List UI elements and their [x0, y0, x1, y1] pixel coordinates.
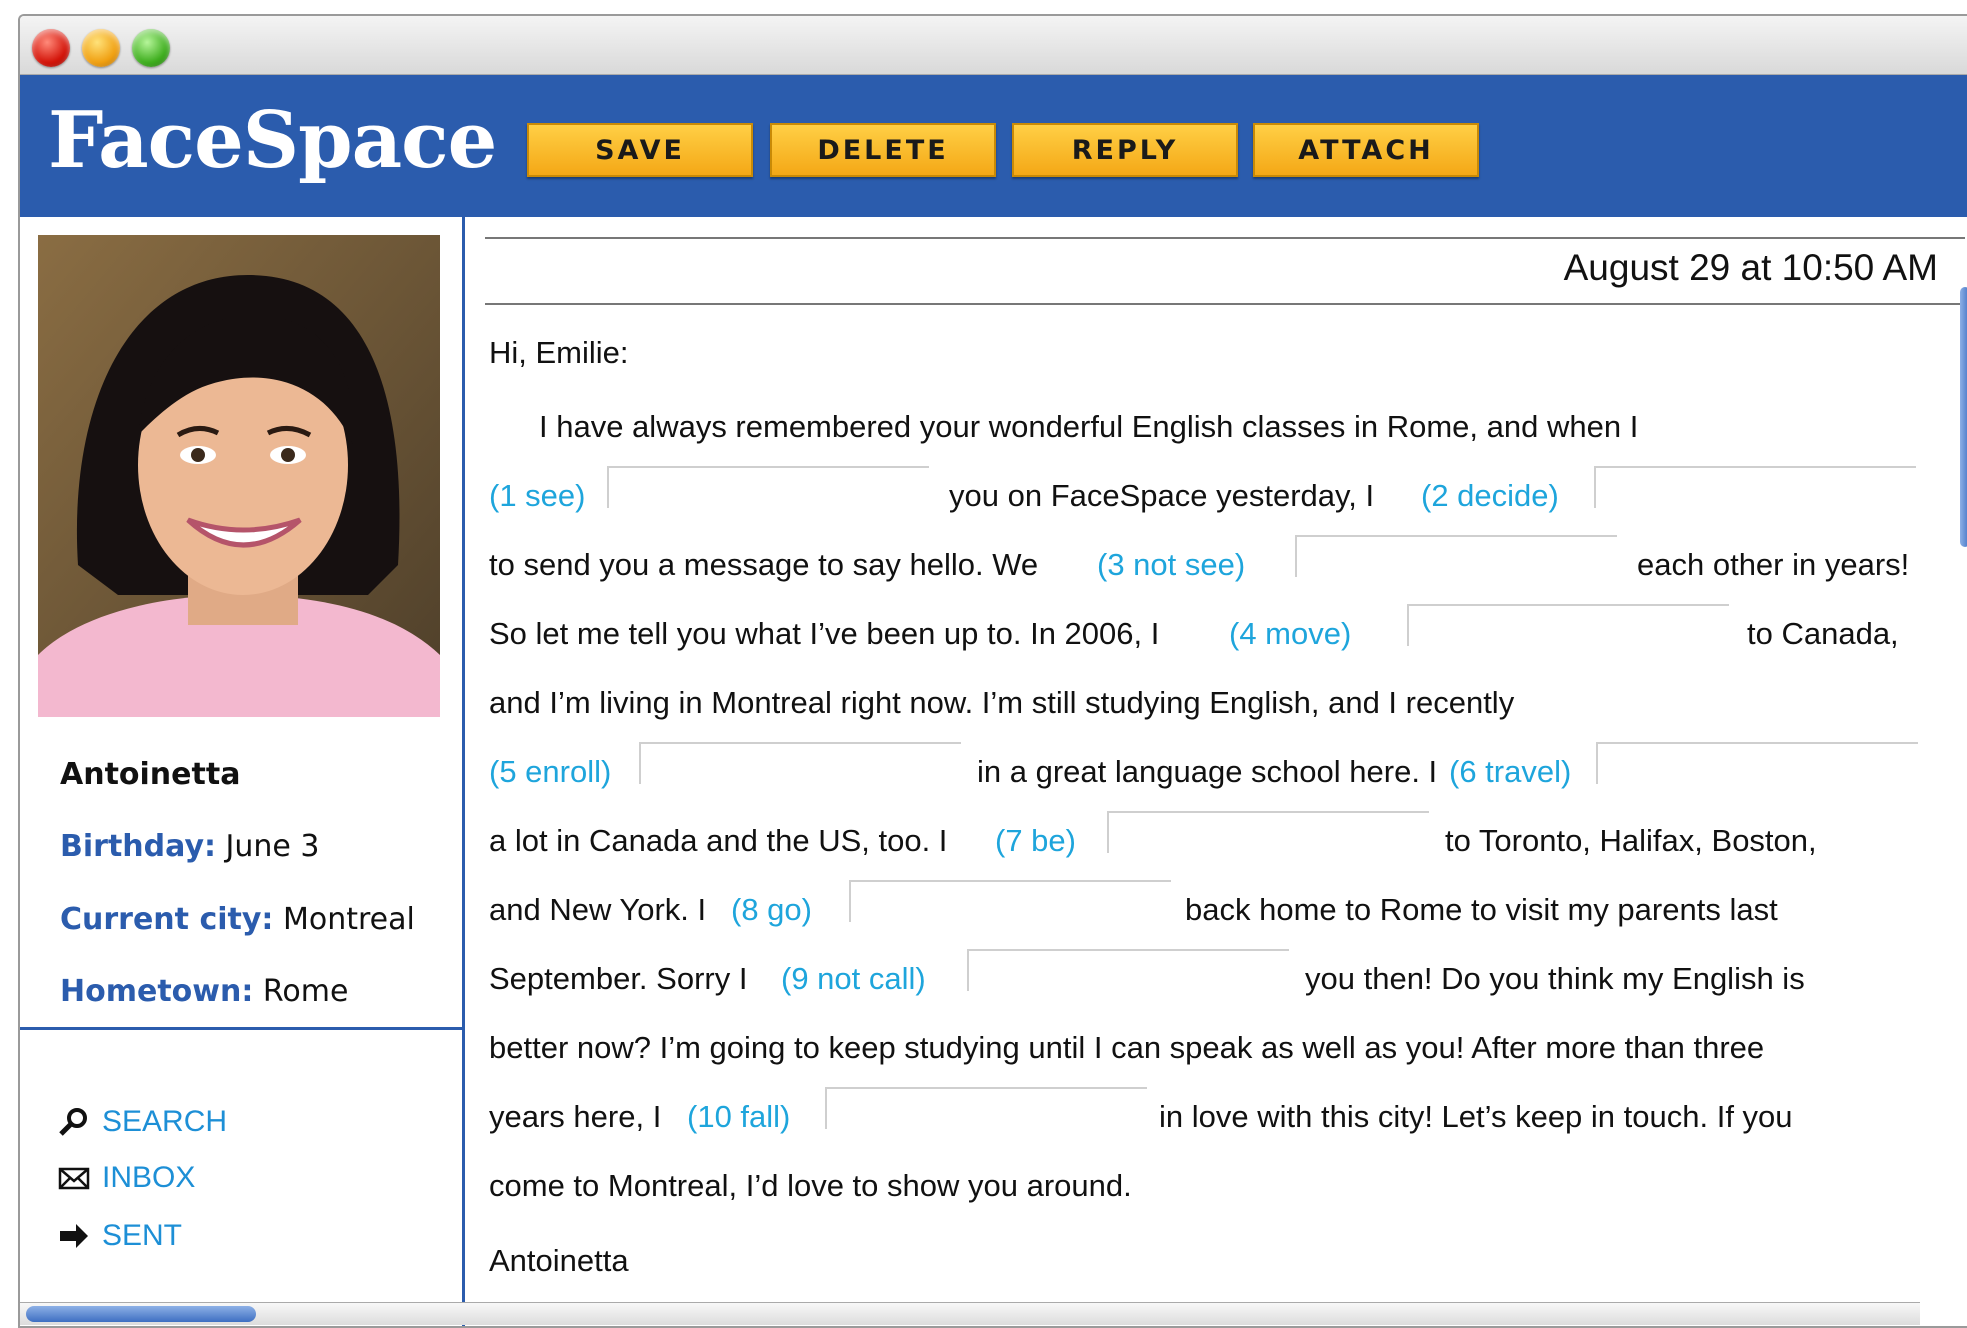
birthday-field: Birthday: June 3 [60, 829, 320, 864]
timestamp-rule [485, 303, 1965, 305]
answer-blank-9[interactable] [967, 949, 1289, 991]
verb-cue-1: (1 see) [489, 478, 586, 513]
verb-cue-7: (7 be) [995, 823, 1076, 858]
message-line-11: years here, I (10 fall) in love with thi… [489, 1087, 1959, 1143]
answer-blank-1[interactable] [607, 466, 929, 508]
app-logo: FaceSpace [48, 95, 497, 186]
message-line-1: I have always remembered your wonderful … [489, 409, 1959, 453]
text: and New York. I [489, 892, 707, 927]
nav-search-label: SEARCH [102, 1105, 228, 1138]
verb-cue-5: (5 enroll) [489, 754, 612, 789]
verb-cue-3: (3 not see) [1097, 547, 1246, 582]
nav-search[interactable]: SEARCH [58, 1105, 227, 1139]
current-city-value: Montreal [282, 902, 415, 937]
message-line-3: to send you a message to say hello. We (… [489, 535, 1959, 591]
message-signature: Antoinetta [489, 1243, 629, 1278]
text: to send you a message to say hello. We [489, 547, 1039, 582]
title-bar [20, 16, 1967, 75]
verb-cue-10: (10 fall) [687, 1099, 791, 1134]
text: So let me tell you what I’ve been up to.… [489, 616, 1160, 651]
verb-cue-4: (4 move) [1229, 616, 1352, 651]
message-line-2: (1 see) you on FaceSpace yesterday, I (2… [489, 466, 1959, 522]
message-line-6: (5 enroll) in a great language school he… [489, 742, 1959, 798]
minimize-window-button[interactable] [82, 29, 120, 67]
answer-blank-3[interactable] [1295, 535, 1617, 577]
answer-blank-6[interactable] [1596, 742, 1918, 784]
text: come to Montreal, I’d love to show you a… [489, 1168, 1132, 1203]
message-line-9: September. Sorry I (9 not call) you then… [489, 949, 1959, 1005]
message-line-10: better now? I’m going to keep studying u… [489, 1030, 1959, 1074]
vertical-scrollbar-thumb[interactable] [1960, 287, 1967, 547]
answer-blank-8[interactable] [849, 880, 1171, 922]
profile-sidebar: Antoinetta Birthday: June 3 Current city… [20, 217, 465, 1326]
verb-cue-6: (6 travel) [1449, 754, 1572, 789]
answer-blank-10[interactable] [825, 1087, 1147, 1129]
arrow-right-icon [60, 1224, 88, 1248]
horizontal-scrollbar[interactable] [20, 1302, 1920, 1325]
text: you then! Do you think my English is [1305, 961, 1805, 996]
profile-photo [38, 235, 440, 717]
message-pane: August 29 at 10:50 AM Hi, Emilie: I have… [465, 217, 1967, 1326]
answer-blank-4[interactable] [1407, 604, 1729, 646]
answer-blank-7[interactable] [1107, 811, 1429, 853]
answer-blank-5[interactable] [639, 742, 961, 784]
text: back home to Rome to visit my parents la… [1185, 892, 1778, 927]
current-city-field: Current city: Montreal [60, 902, 415, 937]
message-line-5: and I’m living in Montreal right now. I’… [489, 685, 1959, 729]
delete-button[interactable]: DELETE [770, 123, 996, 177]
text: I have always remembered your wonderful … [539, 409, 1639, 444]
nav-sent[interactable]: SENT [58, 1219, 182, 1253]
nav-inbox-label: INBOX [102, 1161, 196, 1194]
horizontal-scrollbar-thumb[interactable] [26, 1306, 256, 1322]
current-city-label: Current city: [60, 902, 274, 937]
nav-sent-label: SENT [102, 1219, 183, 1252]
text: and I’m living in Montreal right now. I’… [489, 685, 1515, 720]
text: you on FaceSpace yesterday, I [949, 478, 1375, 513]
save-button[interactable]: SAVE [527, 123, 753, 177]
text: better now? I’m going to keep studying u… [489, 1030, 1765, 1065]
attach-button[interactable]: ATTACH [1253, 123, 1479, 177]
app-window: FaceSpace SAVE DELETE REPLY ATTACH Antoi… [18, 14, 1967, 1328]
answer-blank-2[interactable] [1594, 466, 1916, 508]
message-timestamp: August 29 at 10:50 AM [1563, 247, 1938, 288]
message-line-8: and New York. I (8 go) back home to Rome… [489, 880, 1959, 936]
app-header: FaceSpace SAVE DELETE REPLY ATTACH [20, 75, 1967, 217]
search-icon [59, 1108, 87, 1136]
envelope-icon [58, 1167, 90, 1190]
message-line-12: come to Montreal, I’d love to show you a… [489, 1168, 1959, 1212]
text: years here, I [489, 1099, 662, 1134]
verb-cue-2: (2 decide) [1421, 478, 1559, 513]
message-line-4: So let me tell you what I’ve been up to.… [489, 604, 1959, 660]
verb-cue-8: (8 go) [731, 892, 812, 927]
top-rule [485, 237, 1965, 239]
profile-name: Antoinetta [60, 757, 241, 792]
hometown-label: Hometown: [60, 974, 254, 1009]
birthday-value: June 3 [225, 829, 320, 864]
text: to Toronto, Halifax, Boston, [1445, 823, 1817, 858]
text: a lot in Canada and the US, too. I [489, 823, 948, 858]
birthday-label: Birthday: [60, 829, 216, 864]
text: to Canada, [1747, 616, 1899, 651]
zoom-window-button[interactable] [132, 29, 170, 67]
message-line-7: a lot in Canada and the US, too. I (7 be… [489, 811, 1959, 867]
message-greeting: Hi, Emilie: [489, 335, 629, 370]
close-window-button[interactable] [32, 29, 70, 67]
text: in a great language school here. I [977, 754, 1438, 789]
reply-button[interactable]: REPLY [1012, 123, 1238, 177]
hometown-field: Hometown: Rome [60, 974, 348, 1009]
text: September. Sorry I [489, 961, 748, 996]
sidebar-divider [20, 1027, 462, 1030]
hometown-value: Rome [262, 974, 349, 1009]
text: in love with this city! Let’s keep in to… [1159, 1099, 1793, 1134]
text: each other in years! [1637, 547, 1910, 582]
nav-inbox[interactable]: INBOX [58, 1161, 195, 1195]
verb-cue-9: (9 not call) [781, 961, 926, 996]
